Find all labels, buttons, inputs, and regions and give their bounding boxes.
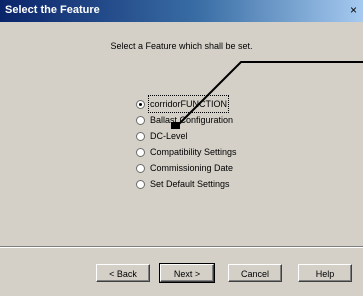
radio-option-label: corridorFUNCTION [147,95,230,113]
next-button[interactable]: Next > [159,263,215,283]
close-icon[interactable]: × [350,3,363,18]
radio-option-label: Compatibility Settings [150,147,237,157]
radio-button[interactable] [136,180,145,189]
help-button[interactable]: Help [298,264,352,282]
back-button[interactable]: < Back [96,264,150,282]
select-feature-dialog: Select the Feature × Select a Feature wh… [0,0,363,296]
radio-option-label: Set Default Settings [150,179,230,189]
radio-button[interactable] [136,100,145,109]
title-bar[interactable]: Select the Feature × [0,0,363,22]
window-title: Select the Feature [5,4,100,16]
radio-button[interactable] [136,116,145,125]
cancel-button[interactable]: Cancel [228,264,282,282]
radio-button[interactable] [136,132,145,141]
radio-button[interactable] [136,164,145,173]
radio-option-label: Ballast Configuration [150,115,234,125]
radio-option-label: Commissioning Date [150,163,234,173]
button-divider [0,246,363,248]
radio-option-label: DC-Level [150,131,188,141]
instruction-text: Select a Feature which shall be set. [110,41,253,51]
radio-button[interactable] [136,148,145,157]
